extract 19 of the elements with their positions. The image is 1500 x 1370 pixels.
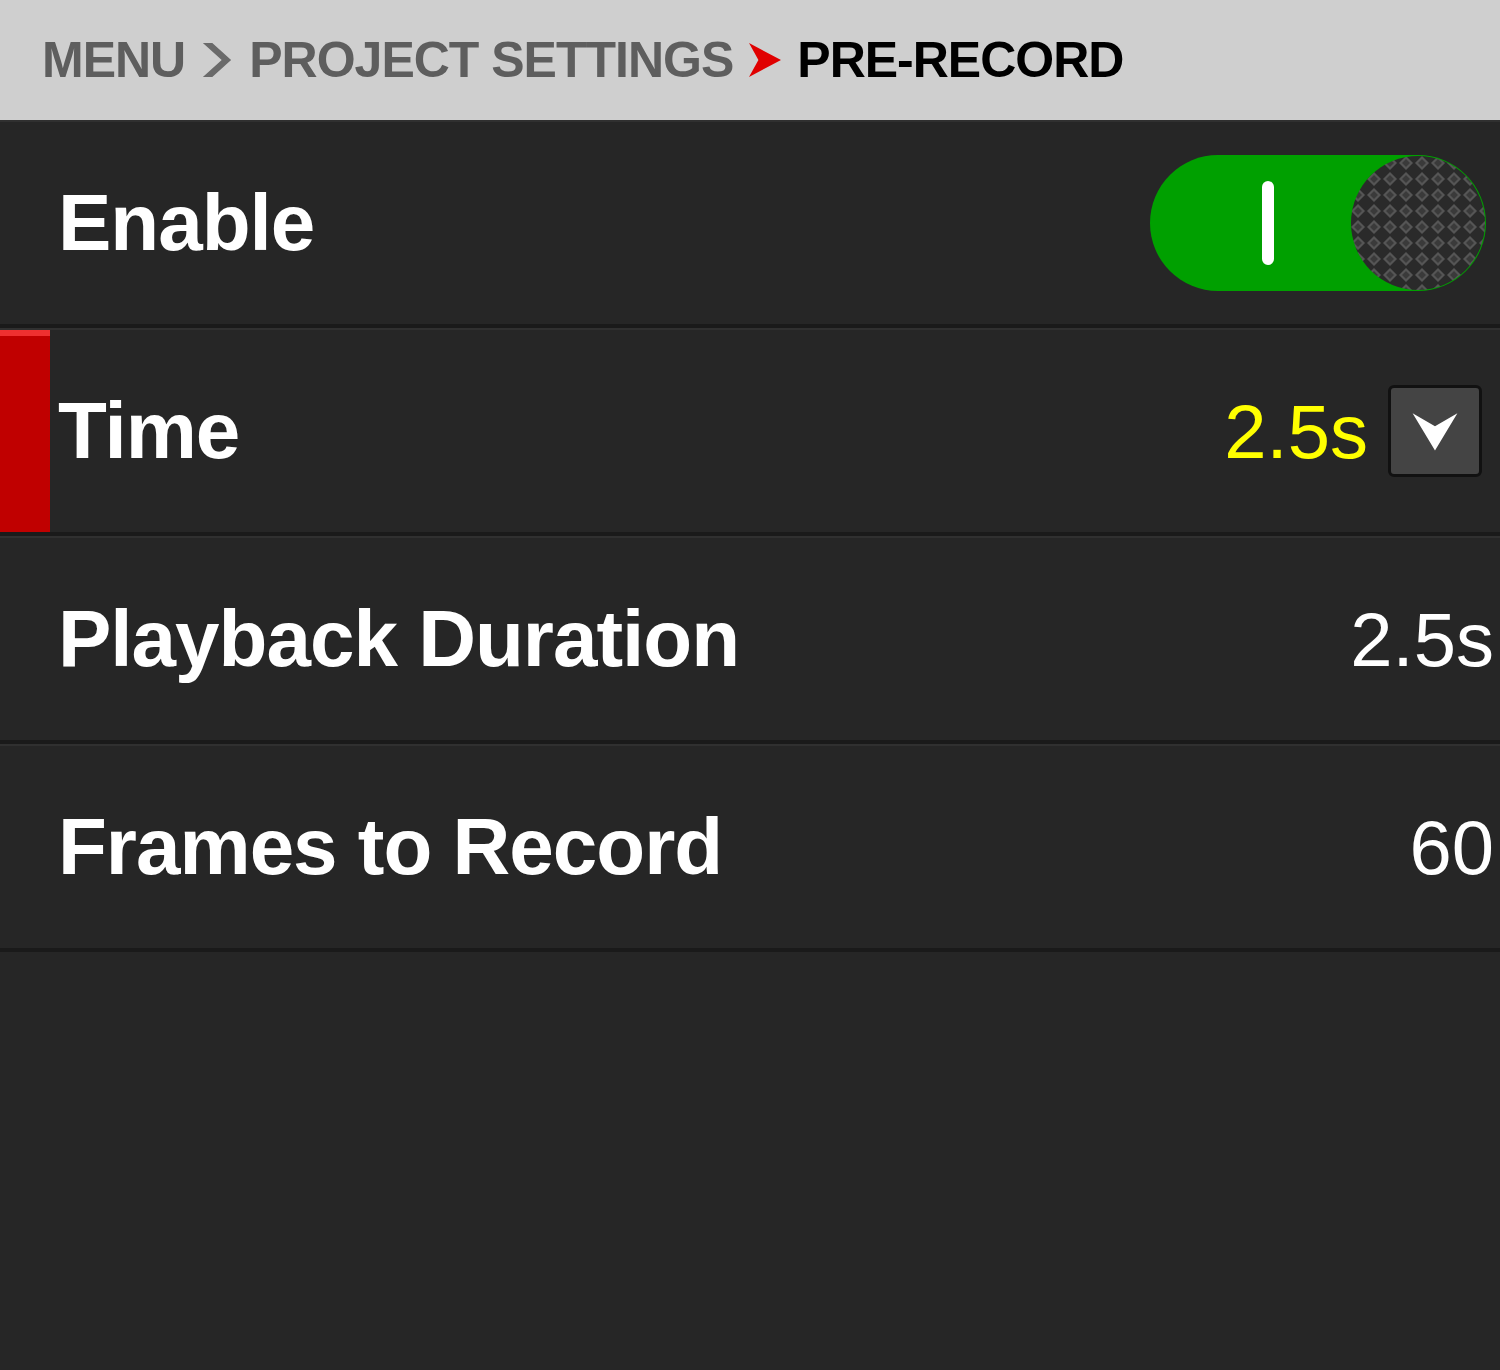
setting-value: 2.5s xyxy=(1350,595,1494,683)
breadcrumb-item[interactable]: MENU xyxy=(42,31,186,89)
switch-thumb[interactable] xyxy=(1350,155,1486,291)
settings-row[interactable]: Playback Duration 2.5s xyxy=(0,536,1500,744)
chevron-icon xyxy=(749,42,782,78)
breadcrumb-item: PRE-RECORD xyxy=(797,31,1124,89)
settings-row[interactable]: Frames to Record 60 xyxy=(0,744,1500,952)
breadcrumb-item[interactable]: PROJECT SETTINGS xyxy=(249,31,734,89)
settings-row[interactable]: Time 2.5s xyxy=(0,328,1500,536)
setting-label: Enable xyxy=(58,177,315,269)
settings-row[interactable]: Enable xyxy=(0,120,1500,328)
chevron-icon xyxy=(201,42,234,78)
setting-label: Frames to Record xyxy=(58,801,723,893)
dropdown-button[interactable] xyxy=(1388,385,1482,477)
on-mark-icon xyxy=(1262,181,1274,265)
setting-label: Playback Duration xyxy=(58,593,739,685)
setting-label: Time xyxy=(58,385,240,477)
setting-value: 2.5s xyxy=(1224,387,1368,475)
setting-value: 60 xyxy=(1409,803,1494,891)
